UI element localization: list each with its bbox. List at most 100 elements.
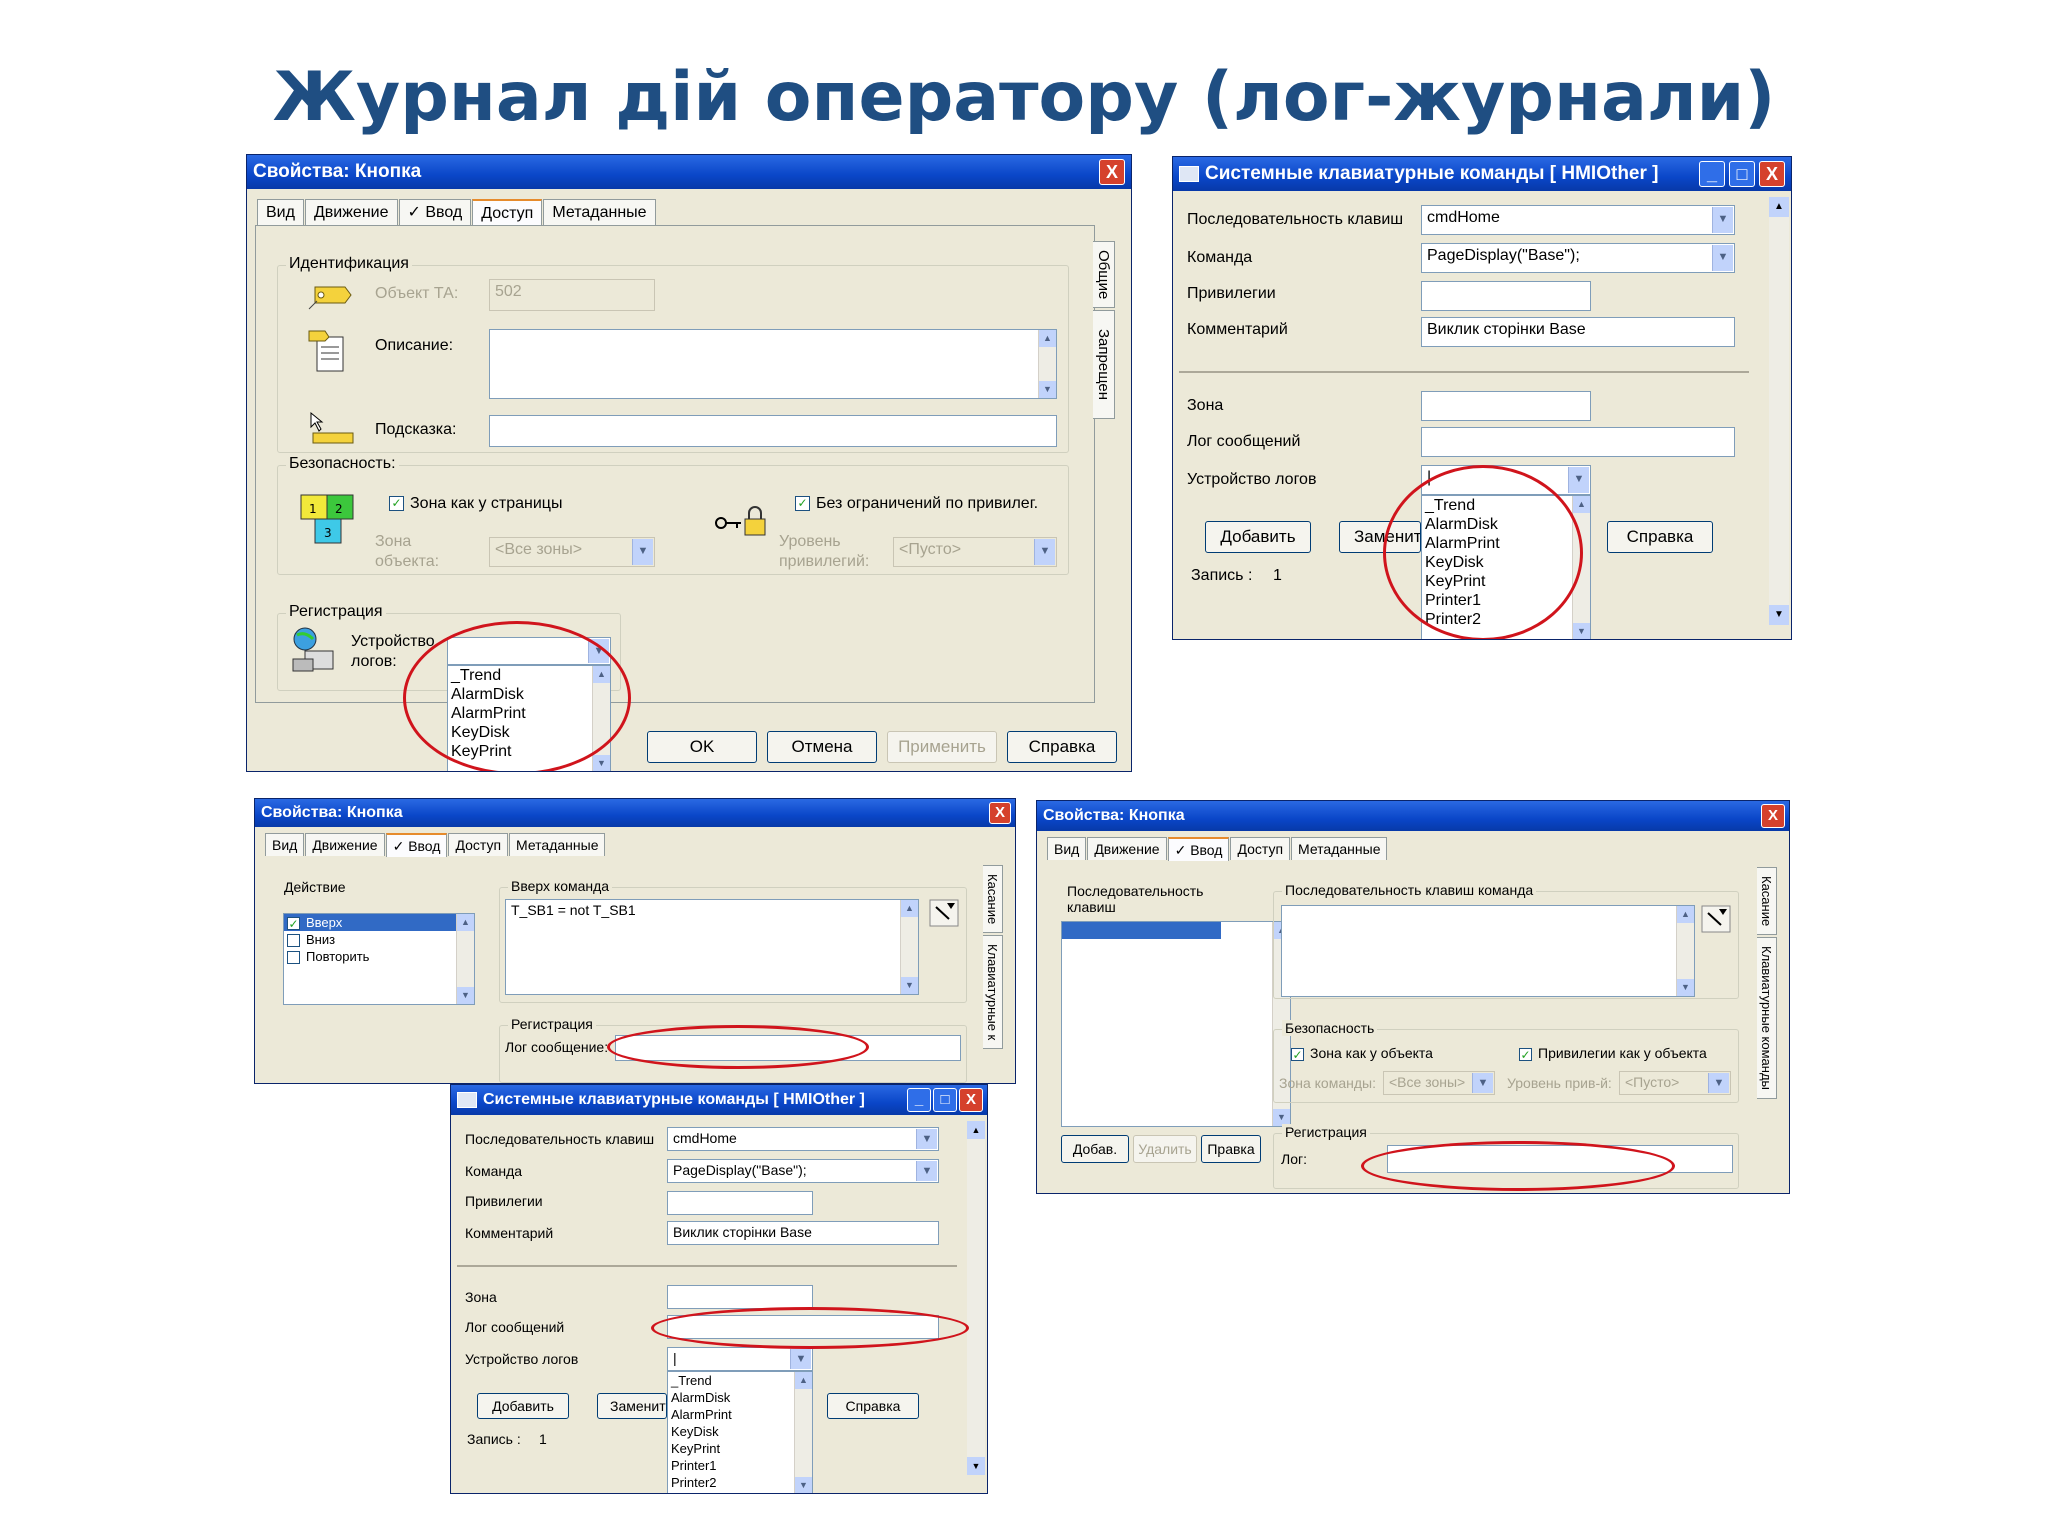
- dropdown-item[interactable]: _Trend: [448, 666, 610, 685]
- scroll-down-icon[interactable]: ▼: [457, 987, 474, 1004]
- action-item-down[interactable]: Вниз: [284, 931, 474, 948]
- key-seq-combo[interactable]: cmdHome ▼: [1421, 205, 1735, 235]
- dropdown-scrollbar[interactable]: ▲ ▼: [1572, 496, 1590, 639]
- action-item-up[interactable]: ✓ Вверх: [284, 914, 474, 931]
- hint-field[interactable]: [489, 415, 1057, 447]
- dropdown-item[interactable]: KeyPrint: [668, 1440, 812, 1457]
- add-button[interactable]: Добав.: [1061, 1135, 1129, 1163]
- up-command-scrollbar[interactable]: ▲ ▼: [900, 900, 918, 994]
- log-msg-field[interactable]: [667, 1315, 939, 1339]
- command-combo[interactable]: PageDisplay("Base"); ▼: [667, 1159, 939, 1183]
- action-checkbox[interactable]: ✓: [287, 917, 300, 931]
- vtab-keyboard[interactable]: Клавиатурные к: [983, 935, 1003, 1050]
- dropdown-item[interactable]: _Trend: [1422, 496, 1590, 515]
- vtab-disabled[interactable]: Запрещен: [1093, 310, 1115, 420]
- minimize-button[interactable]: _: [907, 1088, 931, 1112]
- wizard-icon[interactable]: [1701, 905, 1731, 933]
- chevron-down-icon[interactable]: ▼: [1712, 207, 1733, 233]
- log-device-dropdown[interactable]: _Trend AlarmDisk AlarmPrint KeyDisk KeyP…: [667, 1371, 813, 1493]
- zone-checkbox-box[interactable]: ✓: [1291, 1047, 1304, 1061]
- dropdown-item[interactable]: AlarmDisk: [1422, 515, 1590, 534]
- comment-field[interactable]: Виклик сторінки Base: [1421, 317, 1735, 347]
- dropdown-item[interactable]: KeyDisk: [668, 1423, 812, 1440]
- help-button[interactable]: Справка: [1607, 521, 1713, 553]
- chevron-down-icon[interactable]: ▼: [588, 639, 609, 663]
- scroll-up-icon[interactable]: ▲: [1573, 496, 1590, 513]
- dropdown-item[interactable]: AlarmDisk: [668, 1389, 812, 1406]
- action-checkbox[interactable]: [287, 934, 300, 948]
- scroll-up-icon[interactable]: ▲: [1769, 197, 1789, 217]
- replace-button[interactable]: Заменить: [1339, 521, 1421, 553]
- cancel-button[interactable]: Отмена: [767, 731, 877, 763]
- add-button[interactable]: Добавить: [477, 1393, 569, 1419]
- maximize-button[interactable]: □: [933, 1088, 957, 1112]
- close-button[interactable]: X: [989, 802, 1011, 824]
- vtab-general[interactable]: Общие: [1093, 241, 1115, 309]
- key-sequence-list[interactable]: ▲▼: [1061, 921, 1291, 1127]
- dropdown-item[interactable]: KeyDisk: [1422, 553, 1590, 572]
- scroll-up-icon[interactable]: ▲: [967, 1121, 985, 1139]
- maximize-button[interactable]: □: [1729, 161, 1755, 187]
- scroll-down-icon[interactable]: ▼: [967, 1457, 985, 1475]
- scroll-down-icon[interactable]: ▼: [1039, 381, 1056, 398]
- dropdown-item[interactable]: AlarmPrint: [1422, 534, 1590, 553]
- action-checkbox[interactable]: [287, 951, 300, 965]
- zone-checkbox-box[interactable]: ✓: [389, 496, 404, 512]
- close-button[interactable]: X: [1761, 804, 1785, 828]
- dropdown-scrollbar[interactable]: ▲ ▼: [592, 666, 610, 771]
- log-field[interactable]: [1387, 1145, 1733, 1173]
- dropdown-item[interactable]: Printer1: [668, 1457, 812, 1474]
- scroll-down-icon[interactable]: ▼: [795, 1477, 812, 1493]
- tab-access[interactable]: Доступ: [448, 833, 509, 856]
- scroll-down-icon[interactable]: ▼: [1769, 605, 1789, 625]
- key-seq-combo[interactable]: cmdHome ▼: [667, 1127, 939, 1151]
- action-scrollbar[interactable]: ▲ ▼: [456, 914, 474, 1004]
- log-msg-field[interactable]: [1421, 427, 1735, 457]
- tab-input[interactable]: ✓ Ввод: [1167, 837, 1230, 861]
- tab-metadata[interactable]: Метаданные: [543, 199, 656, 226]
- priv-checkbox-box[interactable]: ✓: [795, 496, 810, 512]
- priv-field[interactable]: [1421, 281, 1591, 311]
- dropdown-item[interactable]: KeyPrint: [448, 742, 610, 761]
- help-button[interactable]: Справка: [1007, 731, 1117, 763]
- dropdown-scrollbar[interactable]: ▲ ▼: [794, 1372, 812, 1493]
- dropdown-item[interactable]: AlarmDisk: [448, 685, 610, 704]
- tab-view[interactable]: Вид: [257, 199, 304, 226]
- dropdown-item[interactable]: Printer1: [1422, 591, 1590, 610]
- command-combo[interactable]: PageDisplay("Base"); ▼: [1421, 243, 1735, 273]
- chevron-down-icon[interactable]: ▼: [790, 1349, 811, 1369]
- priv-checkbox[interactable]: ✓ Привилегии как у объекта: [1519, 1045, 1707, 1061]
- scroll-up-icon[interactable]: ▲: [901, 900, 918, 917]
- key-sequence-item-selected[interactable]: [1062, 922, 1221, 939]
- chevron-down-icon[interactable]: ▼: [1712, 245, 1733, 271]
- close-button[interactable]: X: [1099, 159, 1125, 185]
- log-msg-field[interactable]: [615, 1035, 961, 1061]
- zone-field[interactable]: [1421, 391, 1591, 421]
- dropdown-item[interactable]: _Trend: [668, 1372, 812, 1389]
- tab-input[interactable]: ✓ Ввод: [385, 833, 448, 857]
- scroll-up-icon[interactable]: ▲: [1677, 906, 1694, 923]
- scroll-down-icon[interactable]: ▼: [901, 977, 918, 994]
- vtab-keyboard[interactable]: Клавиатурные команды: [1757, 937, 1777, 1100]
- log-device-combo[interactable]: | ▼: [667, 1347, 813, 1371]
- ok-button[interactable]: OK: [647, 731, 757, 763]
- action-item-repeat[interactable]: Повторить: [284, 948, 474, 965]
- scroll-up-icon[interactable]: ▲: [795, 1372, 812, 1389]
- tab-motion[interactable]: Движение: [1087, 837, 1167, 860]
- description-scrollbar[interactable]: ▲ ▼: [1038, 330, 1056, 398]
- replace-button[interactable]: Заменить: [597, 1393, 667, 1419]
- comment-field[interactable]: Виклик сторінки Base: [667, 1221, 939, 1245]
- dropdown-item[interactable]: Printer2: [1422, 610, 1590, 629]
- add-button[interactable]: Добавить: [1205, 521, 1311, 553]
- action-list[interactable]: ✓ Вверх Вниз Повторить ▲ ▼: [283, 913, 475, 1005]
- tab-access[interactable]: Доступ: [1230, 837, 1291, 860]
- dropdown-item[interactable]: KeyDisk: [448, 723, 610, 742]
- description-field[interactable]: ▲ ▼: [489, 329, 1057, 399]
- tab-input[interactable]: ✓ Ввод: [398, 199, 472, 226]
- priv-checkbox-box[interactable]: ✓: [1519, 1047, 1532, 1061]
- tab-motion[interactable]: Движение: [305, 833, 385, 856]
- dialog-scrollbar[interactable]: ▲ ▼: [967, 1121, 985, 1475]
- key-command-scrollbar[interactable]: ▲ ▼: [1676, 906, 1694, 996]
- chevron-down-icon[interactable]: ▼: [916, 1129, 937, 1149]
- zone-checkbox[interactable]: ✓ Зона как у страницы: [389, 495, 562, 513]
